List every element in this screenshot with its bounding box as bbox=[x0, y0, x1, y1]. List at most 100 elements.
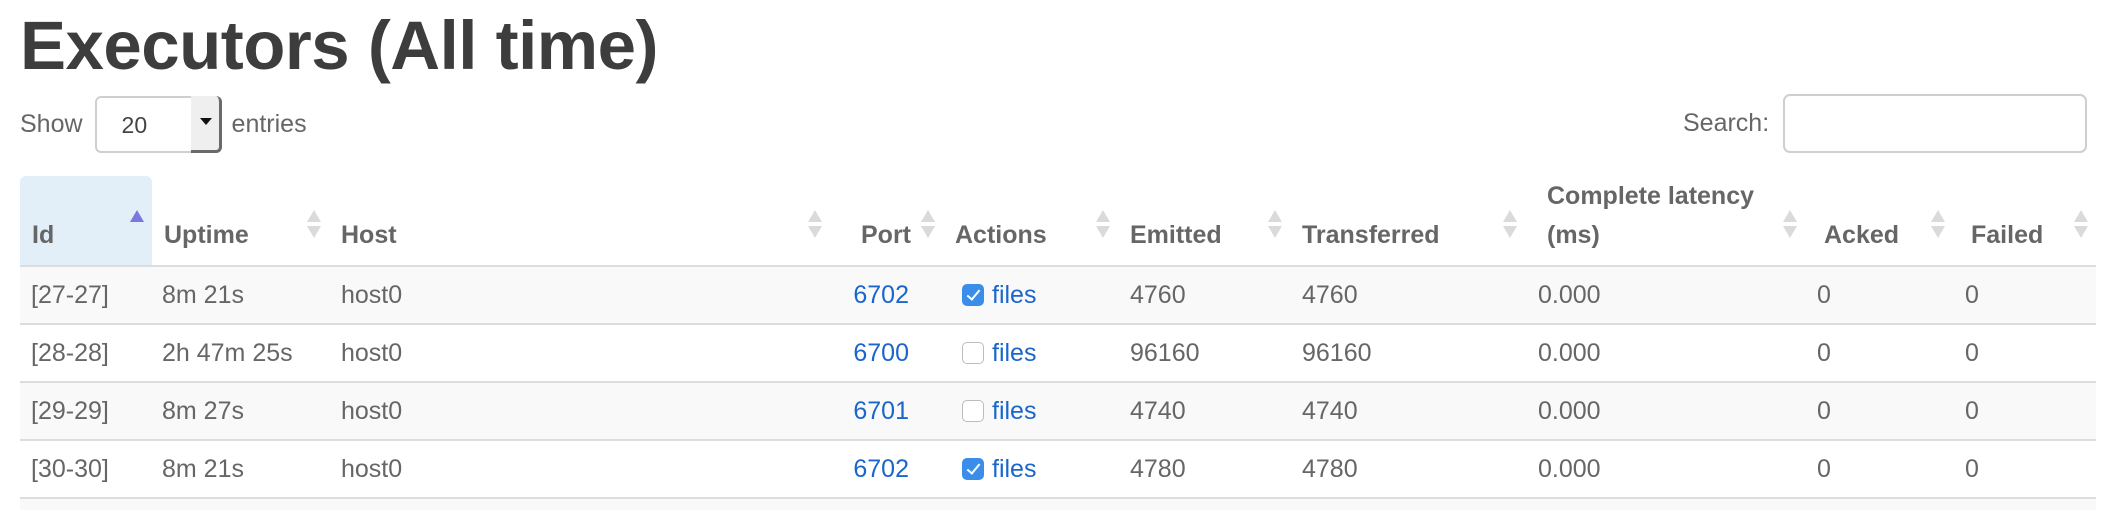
sort-both-icon bbox=[2074, 210, 2088, 240]
column-header-acked[interactable]: Acked bbox=[1805, 176, 1953, 267]
table-body: [27-27] 8m 21s host0 6702 files 4760 4760 0.000… bbox=[20, 266, 2096, 510]
sort-both-icon bbox=[921, 210, 935, 240]
sort-both-icon bbox=[1096, 210, 1110, 240]
search-input[interactable] bbox=[1783, 94, 2088, 153]
debug-checkbox[interactable] bbox=[962, 283, 984, 306]
sort-both-icon bbox=[1783, 210, 1797, 240]
cell-failed: 0 bbox=[1953, 266, 2096, 325]
sort-both-icon bbox=[307, 210, 321, 240]
cell-failed: 0 bbox=[1953, 440, 2096, 499]
cell-empty bbox=[152, 498, 329, 510]
column-header-host[interactable]: Host bbox=[329, 176, 830, 267]
cell-id: [29-29] bbox=[20, 382, 152, 441]
column-header-label: Complete latency (ms) bbox=[1547, 182, 1755, 249]
cell-empty bbox=[1290, 498, 1525, 510]
cell-complete-latency: 0.000 bbox=[1525, 266, 1805, 325]
cell-port: 6702 bbox=[830, 440, 943, 499]
column-header-transferred[interactable]: Transferred bbox=[1290, 176, 1525, 267]
cell-empty bbox=[1805, 498, 1953, 510]
cell-host: host0 bbox=[329, 382, 830, 441]
cell-acked: 0 bbox=[1805, 324, 1953, 383]
sort-both-icon bbox=[1931, 210, 1945, 240]
table-row: [28-28] 2h 47m 25s host0 6700 files 96160 9616… bbox=[20, 324, 2096, 383]
page-title: Executors (All time) bbox=[20, 7, 659, 84]
cell-complete-latency: 0.000 bbox=[1525, 440, 1805, 499]
chevron-down-icon[interactable] bbox=[190, 95, 222, 153]
cell-id: [28-28] bbox=[20, 324, 152, 383]
cell-actions: files bbox=[943, 440, 1118, 499]
search-label: Search: bbox=[1683, 109, 1770, 137]
port-link[interactable]: 6702 bbox=[853, 455, 909, 483]
files-link[interactable]: files bbox=[992, 455, 1036, 483]
column-header-id[interactable]: Id bbox=[20, 176, 152, 267]
cell-empty bbox=[830, 498, 943, 510]
table-row-partial bbox=[20, 498, 2096, 510]
column-header-uptime[interactable]: Uptime bbox=[152, 176, 329, 267]
cell-host: host0 bbox=[329, 324, 830, 383]
cell-empty bbox=[329, 498, 830, 510]
cell-transferred: 4760 bbox=[1290, 266, 1525, 325]
column-header-label: Failed bbox=[1971, 221, 2044, 249]
cell-failed: 0 bbox=[1953, 324, 2096, 383]
entries-label: entries bbox=[231, 109, 307, 138]
column-header-complete-latency[interactable]: Complete latency (ms) bbox=[1525, 176, 1805, 267]
cell-acked: 0 bbox=[1805, 382, 1953, 441]
sort-both-icon bbox=[1268, 210, 1282, 240]
table-row: [29-29] 8m 27s host0 6701 files 4740 4740 0.000… bbox=[20, 382, 2096, 441]
cell-uptime: 8m 21s bbox=[152, 440, 329, 499]
search-control: Search: bbox=[1683, 94, 2088, 153]
cell-host: host0 bbox=[329, 266, 830, 325]
table-row: [30-30] 8m 21s host0 6702 files 4780 4780 0.000… bbox=[20, 440, 2096, 499]
cell-emitted: 4740 bbox=[1118, 382, 1290, 441]
cell-empty bbox=[1118, 498, 1290, 510]
column-header-emitted[interactable]: Emitted bbox=[1118, 176, 1290, 267]
cell-actions: files bbox=[943, 382, 1118, 441]
column-header-actions[interactable]: Actions bbox=[943, 176, 1118, 267]
cell-emitted: 4780 bbox=[1118, 440, 1290, 499]
cell-empty bbox=[1525, 498, 1805, 510]
cell-empty bbox=[20, 498, 152, 510]
cell-actions: files bbox=[943, 324, 1118, 383]
cell-acked: 0 bbox=[1805, 440, 1953, 499]
cell-actions: files bbox=[943, 266, 1118, 325]
sort-ascending-icon bbox=[130, 210, 144, 240]
table-row: [27-27] 8m 21s host0 6702 files 4760 4760 0.000… bbox=[20, 266, 2096, 325]
cell-transferred: 4780 bbox=[1290, 440, 1525, 499]
cell-port: 6701 bbox=[830, 382, 943, 441]
entries-length-control: Show 20 entries bbox=[20, 95, 307, 153]
cell-port: 6700 bbox=[830, 324, 943, 383]
sort-both-icon bbox=[808, 210, 822, 240]
cell-uptime: 8m 21s bbox=[152, 266, 329, 325]
column-header-label: Emitted bbox=[1130, 221, 1222, 249]
show-label: Show bbox=[20, 109, 83, 138]
executors-table: Id Uptime Host Port Actions Emitted Tran… bbox=[20, 176, 2096, 510]
port-link[interactable]: 6702 bbox=[853, 281, 909, 309]
table-header-row: Id Uptime Host Port Actions Emitted Tran… bbox=[20, 176, 2096, 267]
column-header-label: Uptime bbox=[164, 221, 249, 249]
cell-complete-latency: 0.000 bbox=[1525, 382, 1805, 441]
cell-uptime: 8m 27s bbox=[152, 382, 329, 441]
files-link[interactable]: files bbox=[992, 397, 1036, 425]
sort-both-icon bbox=[1503, 210, 1517, 240]
column-header-label: Host bbox=[341, 221, 397, 249]
cell-transferred: 4740 bbox=[1290, 382, 1525, 441]
files-link[interactable]: files bbox=[992, 339, 1036, 367]
entries-per-page-select[interactable]: 20 bbox=[94, 95, 222, 153]
debug-checkbox[interactable] bbox=[962, 399, 984, 422]
cell-uptime: 2h 47m 25s bbox=[152, 324, 329, 383]
column-header-label: Transferred bbox=[1302, 221, 1440, 249]
cell-failed: 0 bbox=[1953, 382, 2096, 441]
cell-host: host0 bbox=[329, 440, 830, 499]
files-link[interactable]: files bbox=[992, 281, 1036, 309]
column-header-label: Port bbox=[861, 221, 911, 249]
cell-emitted: 4760 bbox=[1118, 266, 1290, 325]
column-header-label: Actions bbox=[955, 221, 1047, 249]
debug-checkbox[interactable] bbox=[962, 341, 984, 364]
cell-empty bbox=[1953, 498, 2096, 510]
debug-checkbox[interactable] bbox=[962, 457, 984, 480]
port-link[interactable]: 6700 bbox=[853, 339, 909, 367]
cell-emitted: 96160 bbox=[1118, 324, 1290, 383]
column-header-failed[interactable]: Failed bbox=[1953, 176, 2096, 267]
port-link[interactable]: 6701 bbox=[853, 397, 909, 425]
column-header-port[interactable]: Port bbox=[830, 176, 943, 267]
